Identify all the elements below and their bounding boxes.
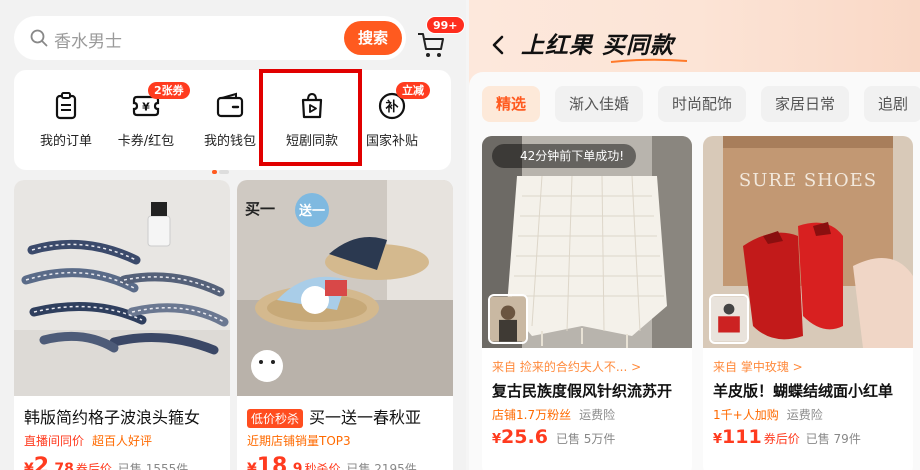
price-decimal: .9 [287,461,303,470]
price-symbol: ¥ [492,432,502,447]
price-integer: 2 [33,454,50,470]
search-placeholder: 香水男士 [54,32,122,52]
search-button[interactable]: 搜索 [344,21,402,55]
flash-sale-chip: 低价秒杀 [247,409,304,428]
shopping-home-panel: 香水男士 搜索 99+ 我的订单 2张券 ¥ 卡券/红包 我的钱包 短剧同款 立… [0,0,466,470]
product-title: 羊皮版！蝴蝶结绒面小红单 [713,382,894,400]
sold-count: 已售 1555件 [117,462,189,470]
sold-count: 已售 79件 [805,432,861,446]
review-note: 超百人好评 [92,434,153,448]
live-price-note: 直播间同价 [24,434,85,448]
coupon-badge: 2张券 [148,82,190,99]
quick-item-label: 我的订单 [39,134,92,149]
product-note: 直播间同价 超百人好评 [24,432,152,449]
product-price: ¥2.78 券后价 已售 1555件 [24,454,188,470]
cart-button[interactable]: 99+ [416,16,465,58]
price-symbol: ¥ [713,432,723,447]
product-card[interactable]: 42分钟前下单成功! 来自 捡来的合约夫人不... > 复古民族度假风针织流苏开… [482,136,692,470]
same-item-panel: 上红果 买同款 精选 渐入佳婚 时尚配饰 家居日常 追剧 42分钟前下单成功! [469,0,920,470]
product-title: 复古民族度假风针织流苏开 [492,382,673,400]
source-thumbnail [709,294,749,344]
product-note: 近期店铺销量TOP3 [247,434,351,448]
search-bar: 香水男士 搜索 99+ [14,16,465,60]
page-indicator [212,159,231,178]
subsidy-badge: 立减 [396,82,430,99]
overlay-text-b: 送一 [298,203,325,219]
tab-drama[interactable]: 追剧 [864,86,920,122]
price-value: 111 [722,426,762,448]
sold-count: 已售 5万件 [555,432,616,446]
shipping-insurance: 运费险 [579,408,616,422]
page-dot-active [212,170,217,174]
source-thumbnail [488,294,528,344]
clipboard-icon [55,92,77,120]
title-underline-decoration [610,58,688,63]
product-title: 韩版简约格子波浪头箍女 [24,408,201,427]
quick-item-coupons[interactable]: 2张券 ¥ 卡券/红包 [106,82,190,149]
wallet-icon [216,92,244,118]
order-toast: 42分钟前下单成功! [492,144,637,168]
price-symbol: ¥ [247,461,257,470]
price-tag: 券后价 [75,462,112,470]
product-card[interactable]: 韩版简约格子波浪头箍女 直播间同价 超百人好评 ¥2.78 券后价 已售 1555件 [14,180,230,470]
price-value: 25.6 [501,426,548,448]
product-title: 低价秒杀 买一送一春秋亚 [247,404,421,428]
product-title-text: 买一送一春秋亚 [309,408,422,427]
cart-badge: 99+ [426,16,465,34]
highlight-annotation [259,69,362,166]
price-tag: 券后价 [763,432,800,446]
cart-adds: 1千+人加购 [713,408,779,422]
svg-text:¥: ¥ [142,101,150,114]
product-image [14,180,230,396]
price-decimal: .78 [49,461,74,470]
quick-item-label: 国家补贴 [365,134,418,149]
product-image: 买一 送一 [237,180,453,396]
price-integer: 18 [256,454,288,470]
product-meta: 店铺1.7万粉丝 运费险 [492,406,615,423]
shipping-insurance: 运费险 [786,408,823,422]
quick-item-label: 我的钱包 [203,134,256,149]
sold-count: 已售 2195件 [346,462,417,470]
search-input[interactable]: 香水男士 搜索 [14,16,406,60]
quick-item-subsidy[interactable]: 立减 补 国家补贴 [352,82,432,149]
price-symbol: ¥ [24,461,34,470]
product-price: ¥111 券后价 已售 79件 [713,426,861,448]
store-fans: 店铺1.7万粉丝 [492,408,572,422]
search-icon [30,29,48,47]
svg-text:补: 补 [384,99,398,115]
box-brand-text: SURE SHOES [739,170,877,191]
tab-wedding[interactable]: 渐入佳婚 [555,86,644,122]
tab-accessories[interactable]: 时尚配饰 [658,86,747,122]
tab-featured[interactable]: 精选 [482,86,541,122]
back-arrow-icon[interactable] [491,34,505,56]
quick-entry-card: 我的订单 2张券 ¥ 卡券/红包 我的钱包 短剧同款 立减 补 国家补贴 [14,70,451,170]
tab-home[interactable]: 家居日常 [761,86,850,122]
product-card[interactable]: SURE SHOES 来自 掌中玫瑰 > 羊皮版！蝴蝶结绒面小红单 1千+人加购… [703,136,913,470]
quick-item-label: 卡券/红包 [117,134,175,149]
source-drama-link[interactable]: 来自 捡来的合约夫人不... > [492,358,641,375]
product-price: ¥25.6 已售 5万件 [492,426,615,448]
source-drama-link[interactable]: 来自 掌中玫瑰 > [713,358,803,375]
page-dot [219,170,229,174]
quick-item-orders[interactable]: 我的订单 [26,90,106,149]
product-price: ¥18.9 秒杀价 已售 2195件 [247,454,417,470]
product-card[interactable]: 买一 送一 低价秒杀 买一送一春秋亚 近期店铺销量TOP3 ¥18.9 秒杀价 已售 … [237,180,453,470]
page-title: 上红果 买同款 [521,33,675,59]
overlay-text-a: 买一 [245,200,275,218]
quick-item-wallet[interactable]: 我的钱包 [190,90,270,149]
product-meta: 1千+人加购 运费险 [713,406,823,423]
price-tag: 秒杀价 [304,462,341,470]
